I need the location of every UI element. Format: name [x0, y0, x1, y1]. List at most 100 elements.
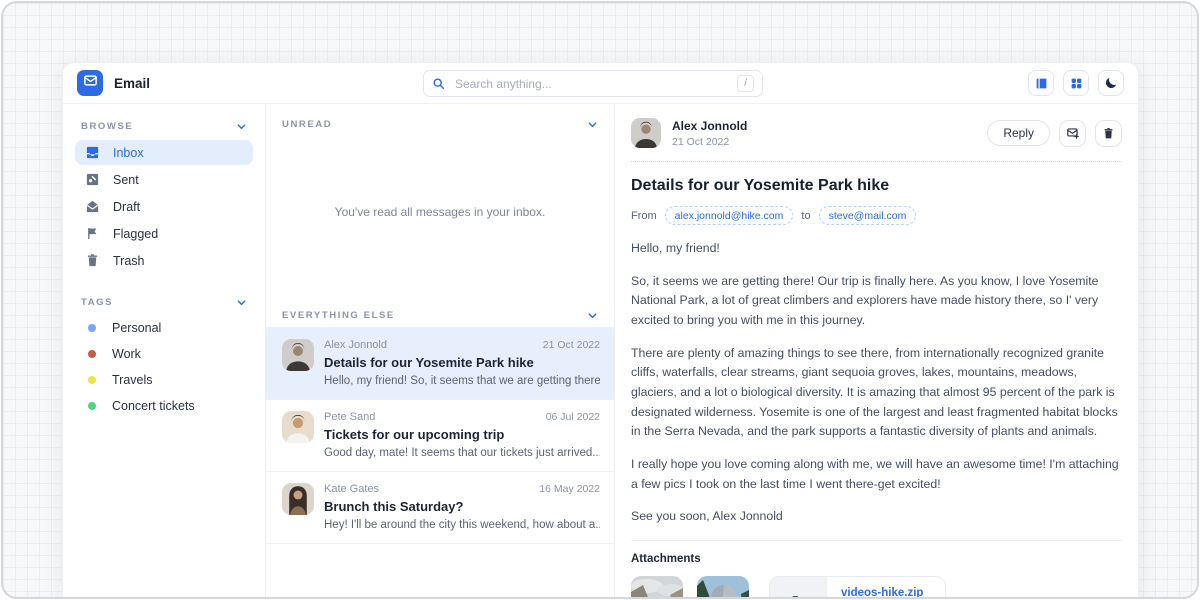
sidebar-item-label: Sent: [113, 173, 139, 187]
chevron-down-icon[interactable]: [236, 121, 247, 132]
email-sender: Alex Jonnold: [324, 339, 387, 351]
email-date: 16 May 2022: [539, 483, 600, 495]
unread-label: UNREAD: [282, 119, 332, 130]
sent-icon: [85, 172, 100, 187]
email-subject: Brunch this Saturday?: [324, 499, 600, 514]
dark-mode-button[interactable]: [1098, 70, 1124, 96]
attachment-zip-card[interactable]: videos-hike.zip 100 MB: [769, 576, 946, 599]
sidebar-item-label: Draft: [113, 200, 140, 214]
to-label: to: [801, 210, 810, 222]
trash-icon: [85, 253, 100, 268]
attachment-photo-half-dome[interactable]: [697, 576, 749, 599]
detail-subject: Details for our Yosemite Park hike: [631, 177, 1122, 195]
email-body: Hello, my friend! So, it seems we are ge…: [631, 239, 1122, 527]
sidebar-item-trash[interactable]: Trash: [75, 248, 253, 273]
zip-file-name[interactable]: videos-hike.zip: [841, 587, 931, 599]
email-sender: Kate Gates: [324, 483, 379, 495]
grid-icon: [1070, 77, 1083, 90]
email-preview: Hey! I'll be around the city this weeken…: [324, 519, 600, 531]
zip-info: videos-hike.zip 100 MB: [827, 577, 945, 599]
detail-date: 21 Oct 2022: [672, 136, 747, 148]
search-icon: [432, 77, 445, 90]
body-paragraph: Hello, my friend!: [631, 239, 1122, 259]
flag-icon: [85, 226, 100, 241]
tag-label: Personal: [112, 321, 161, 335]
search-shortcut-badge: /: [737, 75, 754, 92]
delete-button[interactable]: [1095, 120, 1122, 147]
tag-item-concert-tickets[interactable]: Concert tickets: [75, 394, 253, 418]
email-list-item[interactable]: Alex Jonnold 21 Oct 2022 Details for our…: [266, 327, 614, 399]
zip-icon-wrap: [770, 577, 827, 599]
apps-button[interactable]: [1063, 70, 1089, 96]
attachments-divider: [631, 540, 1122, 541]
tag-label: Travels: [112, 373, 153, 387]
from-label: From: [631, 210, 657, 222]
tag-item-personal[interactable]: Personal: [75, 316, 253, 340]
page-background: Email /: [1, 1, 1199, 599]
email-list-item[interactable]: Pete Sand 06 Jul 2022 Tickets for our up…: [266, 399, 614, 471]
chevron-down-icon[interactable]: [236, 297, 247, 308]
everything-else-label: EVERYTHING ELSE: [282, 310, 395, 321]
tag-color-dot: [88, 350, 96, 358]
avatar: [282, 483, 314, 515]
tags-group-header[interactable]: TAGS: [75, 293, 253, 314]
avatar: [282, 411, 314, 443]
sidebar-item-label: Inbox: [113, 146, 144, 160]
email-subject: Tickets for our upcoming trip: [324, 427, 600, 442]
message-list-column: UNREAD You've read all messages in your …: [265, 104, 615, 599]
reading-list-button[interactable]: [1028, 70, 1054, 96]
sidebar: BROWSE Inbox: [63, 104, 265, 599]
email-date: 21 Oct 2022: [543, 339, 600, 351]
envelope-icon: [83, 73, 98, 93]
to-email-pill[interactable]: steve@mail.com: [819, 206, 917, 225]
search-bar[interactable]: /: [423, 70, 763, 97]
app-brand: Email: [77, 70, 150, 96]
trash-icon: [1102, 127, 1115, 140]
sidebar-item-sent[interactable]: Sent: [75, 167, 253, 192]
attachments-label: Attachments: [631, 553, 1122, 565]
tag-label: Work: [112, 347, 141, 361]
attachment-photo-valley[interactable]: [631, 576, 683, 599]
email-detail-panel: Alex Jonnold 21 Oct 2022 Reply: [615, 104, 1138, 599]
attachments-row: videos-hike.zip 100 MB: [631, 576, 1122, 599]
browse-group-header[interactable]: BROWSE: [75, 117, 253, 138]
browse-group-label: BROWSE: [81, 121, 133, 132]
chevron-down-icon[interactable]: [587, 310, 598, 321]
forward-button[interactable]: [1059, 120, 1086, 147]
chevron-down-icon[interactable]: [587, 119, 598, 130]
sidebar-item-draft[interactable]: Draft: [75, 194, 253, 219]
everything-else-section-header[interactable]: EVERYTHING ELSE: [266, 288, 614, 327]
envelope-forward-icon: [1066, 126, 1080, 140]
email-sender: Pete Sand: [324, 411, 375, 423]
tag-color-dot: [88, 324, 96, 332]
moon-icon: [1104, 76, 1118, 90]
avatar: [282, 339, 314, 371]
unread-empty-state: You've read all messages in your inbox.: [266, 136, 614, 288]
body-paragraph: See you soon, Alex Jonnold: [631, 507, 1122, 527]
email-list-item[interactable]: Kate Gates 16 May 2022 Brunch this Satur…: [266, 471, 614, 544]
body-paragraph: So, it seems we are getting there! Our t…: [631, 272, 1122, 331]
inbox-icon: [85, 145, 100, 160]
reply-button[interactable]: Reply: [987, 120, 1050, 146]
from-to-row: From alex.jonnold@hike.com to steve@mail…: [631, 206, 1122, 225]
tag-color-dot: [88, 376, 96, 384]
tag-item-travels[interactable]: Travels: [75, 368, 253, 392]
unread-section-header[interactable]: UNREAD: [266, 104, 614, 136]
tag-item-work[interactable]: Work: [75, 342, 253, 366]
tag-label: Concert tickets: [112, 399, 195, 413]
tags-group: TAGS Personal Work: [75, 293, 253, 418]
email-preview: Hello, my friend! So, it seems that we a…: [324, 375, 600, 387]
sidebar-item-inbox[interactable]: Inbox: [75, 140, 253, 165]
app-logo: [77, 70, 103, 96]
from-email-pill[interactable]: alex.jonnold@hike.com: [665, 206, 794, 225]
tag-color-dot: [88, 402, 96, 410]
search-input[interactable]: [453, 76, 729, 92]
sidebar-item-flagged[interactable]: Flagged: [75, 221, 253, 246]
draft-icon: [85, 199, 100, 214]
sidebar-item-label: Trash: [113, 254, 145, 268]
detail-sender-name: Alex Jonnold: [672, 119, 747, 133]
email-app-window: Email /: [62, 62, 1139, 599]
detail-actions: Reply: [987, 120, 1122, 147]
email-subject: Details for our Yosemite Park hike: [324, 355, 600, 370]
topbar-actions: [1028, 70, 1124, 96]
